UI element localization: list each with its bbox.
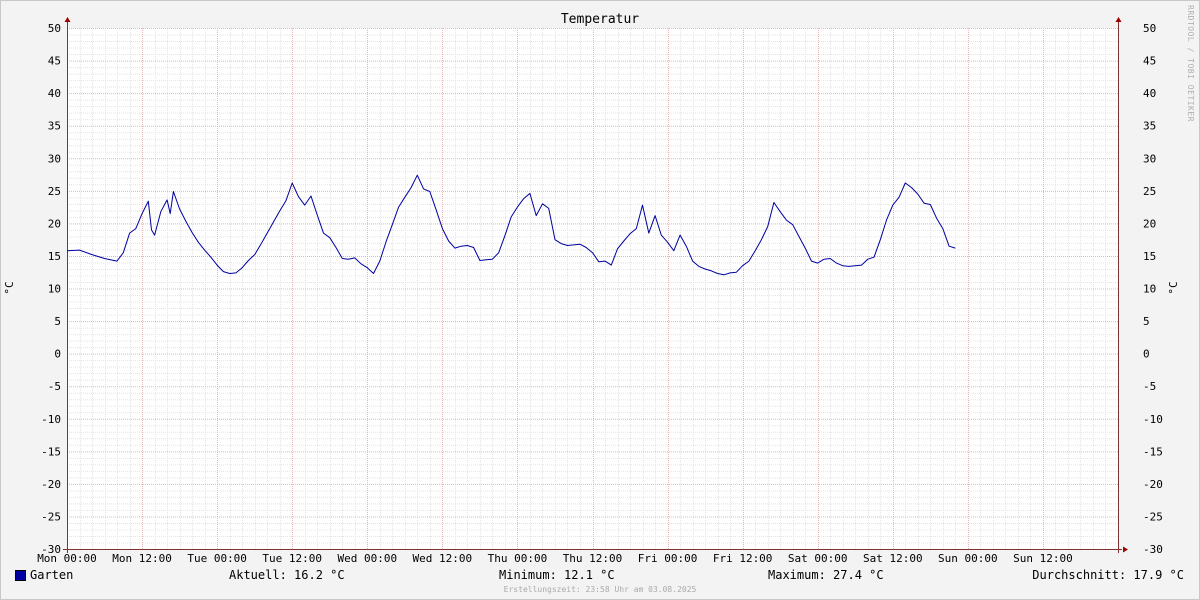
y-tick-label-right: -5 [1143, 380, 1156, 393]
y-axis-arrow-right [1115, 17, 1122, 22]
x-tick-label: Fri 12:00 [713, 552, 773, 565]
y-tick-label-left: 20 [48, 217, 61, 230]
y-tick-label-left: -15 [41, 445, 61, 458]
creation-timestamp: Erstellungszeit: 23:58 Uhr am 03.08.2025 [503, 585, 697, 594]
legend-series-label: Garten [30, 568, 74, 582]
y-tick-label-right: 15 [1143, 250, 1156, 263]
y-tick-label-left: 40 [48, 87, 61, 100]
x-tick-label: Wed 12:00 [413, 552, 473, 565]
legend-maximum: Maximum: 27.4 °C [768, 568, 884, 582]
y-tick-label-right: 45 [1143, 55, 1156, 68]
y-tick-label-left: 50 [48, 22, 61, 35]
y-tick-label-left: 5 [54, 315, 61, 328]
y-axis-label-left: °C [3, 281, 16, 294]
y-tick-label-right: -15 [1143, 445, 1163, 458]
x-tick-label: Sat 00:00 [788, 552, 848, 565]
y-tick-label-left: -10 [41, 413, 61, 426]
y-tick-label-right: 50 [1143, 22, 1156, 35]
legend-minimum: Minimum: 12.1 °C [499, 568, 615, 582]
x-tick-label: Sat 12:00 [863, 552, 923, 565]
temperature-chart: 50454035302520151050-5-10-15-20-25-30 50… [3, 12, 1180, 565]
x-tick-label: Thu 00:00 [488, 552, 548, 565]
x-tick-label: Mon 00:00 [37, 552, 97, 565]
watermark: RRDTOOL / TOBI OETIKER [1186, 5, 1195, 122]
x-tick-label: Tue 12:00 [262, 552, 322, 565]
y-tick-label-right: 5 [1143, 315, 1150, 328]
y-tick-label-left: 10 [48, 283, 61, 296]
y-axis-label-right: °C [1167, 281, 1180, 294]
y-tick-label-left: 15 [48, 250, 61, 263]
y-tick-label-left: -5 [48, 380, 61, 393]
x-tick-label: Tue 00:00 [187, 552, 247, 565]
legend-current: Aktuell: 16.2 °C [229, 568, 345, 582]
y-tick-label-left: -20 [41, 478, 61, 491]
x-tick-label: Sun 12:00 [1013, 552, 1073, 565]
y-tick-label-right: 10 [1143, 283, 1156, 296]
x-tick-label: Fri 00:00 [638, 552, 698, 565]
y-tick-label-right: -30 [1143, 543, 1163, 556]
y-tick-label-right: 35 [1143, 120, 1156, 133]
y-tick-label-left: 35 [48, 120, 61, 133]
x-tick-label: Wed 00:00 [337, 552, 397, 565]
x-tick-label: Mon 12:00 [112, 552, 172, 565]
legend-swatch [15, 570, 26, 581]
y-tick-label-left: 25 [48, 185, 61, 198]
y-tick-label-left: 30 [48, 152, 61, 165]
y-ticks-right: 50454035302520151050-5-10-15-20-25-30 [1143, 22, 1163, 556]
y-tick-label-right: 25 [1143, 185, 1156, 198]
x-tick-label: Sun 00:00 [938, 552, 998, 565]
y-tick-label-right: 40 [1143, 87, 1156, 100]
y-tick-label-left: 0 [54, 348, 61, 361]
y-tick-label-right: -20 [1143, 478, 1163, 491]
y-ticks-left: 50454035302520151050-5-10-15-20-25-30 [41, 22, 61, 556]
y-tick-label-right: 20 [1143, 217, 1156, 230]
y-tick-label-left: 45 [48, 55, 61, 68]
y-axis-arrow-left [64, 17, 71, 22]
plot-area [67, 28, 1118, 549]
y-tick-label-right: -10 [1143, 413, 1163, 426]
x-tick-label: Thu 12:00 [563, 552, 623, 565]
y-tick-label-right: -25 [1143, 510, 1163, 523]
y-tick-label-right: 30 [1143, 152, 1156, 165]
x-axis-arrow [1123, 546, 1128, 553]
x-ticks: Mon 00:00 Mon 12:00 Tue 00:00 Tue 12:00 Wed … [37, 552, 1073, 565]
y-tick-label-right: 0 [1143, 348, 1150, 361]
y-tick-label-left: -25 [41, 510, 61, 523]
chart-title: Temperatur [561, 12, 639, 27]
legend-average: Durchschnitt: 17.9 °C [1032, 568, 1184, 582]
